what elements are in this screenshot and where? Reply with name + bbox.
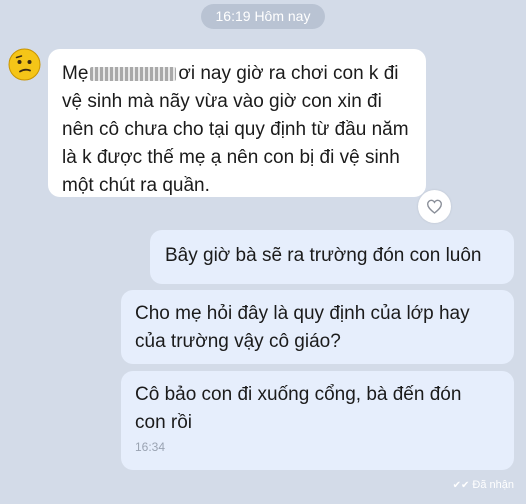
reaction-button[interactable] xyxy=(418,190,451,223)
message-text: Bây giờ bà sẽ ra trường đón con luôn xyxy=(165,245,482,266)
confused-face-emoji-icon[interactable] xyxy=(8,48,41,81)
outgoing-message-bubble[interactable]: Cho mẹ hỏi đây là quy định của lớp hay c… xyxy=(121,290,514,364)
incoming-message-bubble[interactable]: Mẹ ơi nay giờ ra chơi con k đi vệ sinh mà… xyxy=(48,49,426,197)
message-text: Cô bảo con đi xuống cổng, bà đến đón con… xyxy=(135,384,462,433)
message-text: Cho mẹ hỏi đây là quy định của lớp hay c… xyxy=(135,303,470,352)
double-check-icon: ✔✔ xyxy=(452,479,470,491)
delivery-status-label: Đã nhận xyxy=(472,479,514,491)
redacted-name xyxy=(90,66,177,81)
message-text: vệ sinh mà nãy vừa vào giờ con xin đi nê… xyxy=(62,91,409,196)
date-separator-pill: 16:19 Hôm nay xyxy=(201,4,325,29)
outgoing-message-bubble[interactable]: Cô bảo con đi xuống cổng, bà đến đón con… xyxy=(121,371,514,470)
delivery-status: ✔✔ Đã nhận xyxy=(453,479,514,491)
message-time: 16:34 xyxy=(135,440,166,454)
message-first-line: Mẹ ơi nay giờ ra chơi con k đi xyxy=(62,63,399,84)
heart-outline-icon xyxy=(426,199,443,214)
outgoing-message-bubble[interactable]: Bây giờ bà sẽ ra trường đón con luôn xyxy=(150,230,514,284)
